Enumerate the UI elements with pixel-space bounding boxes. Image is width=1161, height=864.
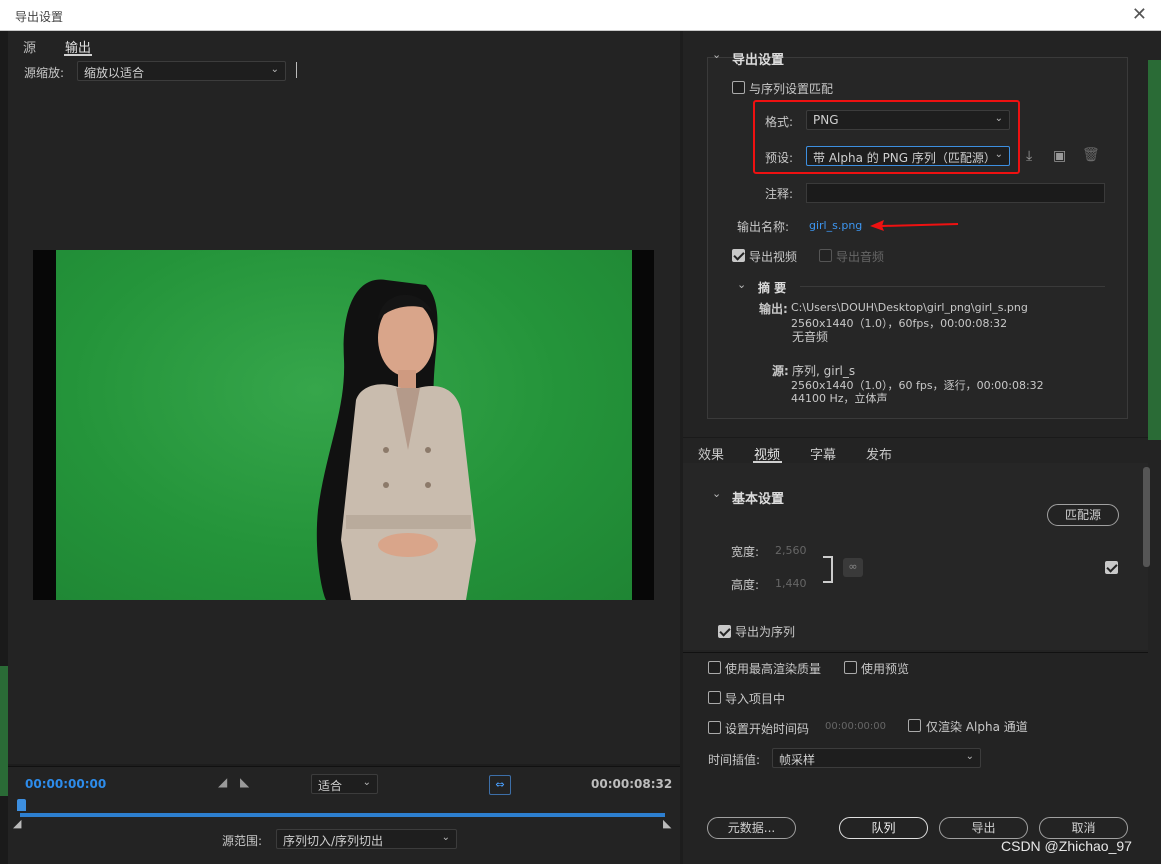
export-button[interactable]: 导出 xyxy=(939,817,1028,839)
chevron-down-icon: ⌄ xyxy=(362,777,371,788)
tab-source[interactable]: 源 xyxy=(23,37,36,56)
import-project-label: 导入项目中 xyxy=(725,692,786,706)
divider xyxy=(683,652,1148,653)
timecode-end: 00:00:08:32 xyxy=(591,777,673,791)
match-sequence-label: 与序列设置匹配 xyxy=(749,82,834,96)
import-project-checkbox[interactable] xyxy=(708,691,721,704)
width-value[interactable]: 2,560 xyxy=(775,544,807,557)
export-video-label: 导出视频 xyxy=(749,250,798,264)
scrollbar-thumb[interactable] xyxy=(1143,467,1150,567)
chevron-down-icon: ⌄ xyxy=(270,64,279,75)
summary-source-audio: 44100 Hz，立体声 xyxy=(791,392,888,405)
mark-in-icon[interactable]: ◢ xyxy=(218,775,227,789)
background-sliver xyxy=(1148,60,1161,440)
comment-label: 注释: xyxy=(765,187,794,201)
annotation-highlight-box xyxy=(753,100,1020,174)
queue-button[interactable]: 队列 xyxy=(839,817,928,839)
divider xyxy=(800,286,1105,287)
summary-output-audio: 无音频 xyxy=(792,330,829,344)
dimension-checkbox[interactable] xyxy=(1105,561,1118,574)
height-value[interactable]: 1,440 xyxy=(775,577,807,590)
save-preset-icon[interactable]: ⤓ xyxy=(1026,148,1032,164)
match-source-button[interactable]: 匹配源 xyxy=(1047,504,1119,526)
export-audio-label: 导出音频 xyxy=(836,250,885,264)
source-scale-select[interactable]: 缩放以适合 ⌄ xyxy=(77,61,286,81)
mark-out-icon[interactable]: ◣ xyxy=(240,775,249,789)
collapse-chevron-icon[interactable]: ⌄ xyxy=(712,48,721,61)
fit-select[interactable]: 适合 ⌄ xyxy=(311,774,378,794)
alpha-only-label: 仅渲染 Alpha 通道 xyxy=(926,720,1028,734)
start-timecode-value[interactable]: 00:00:00:00 xyxy=(825,721,886,732)
summary-output-label: 输出: xyxy=(759,302,788,316)
chevron-down-icon: ⌄ xyxy=(441,832,450,843)
collapse-chevron-icon[interactable]: ⌄ xyxy=(712,487,721,500)
metadata-button[interactable]: 元数据... xyxy=(707,817,796,839)
timeline-bar: 00:00:00:00 ◢ ◣ 适合 ⌄ ⇔ 00:00:08:32 ◢ ◣ 源… xyxy=(8,766,680,864)
divider xyxy=(296,62,297,78)
import-preset-icon[interactable]: ▣ xyxy=(1053,148,1066,164)
start-timecode-label: 设置开始时间码 xyxy=(725,722,810,736)
basic-settings-header: 基本设置 xyxy=(732,492,785,507)
export-settings-header: 导出设置 xyxy=(732,53,785,68)
start-timecode-checkbox[interactable] xyxy=(708,721,721,734)
video-preview-image xyxy=(56,250,632,600)
active-tab-indicator xyxy=(64,54,92,56)
chain-link-icon[interactable]: ∞ xyxy=(843,558,863,577)
export-audio-checkbox[interactable] xyxy=(819,249,832,262)
interpolation-label: 时间插值: xyxy=(708,753,761,767)
divider xyxy=(683,437,1148,438)
cancel-button[interactable]: 取消 xyxy=(1039,817,1128,839)
window-title: 导出设置 xyxy=(15,10,64,24)
delete-preset-icon[interactable]: 🗑 xyxy=(1082,147,1100,163)
export-video-checkbox[interactable] xyxy=(732,249,745,262)
export-as-sequence-label: 导出为序列 xyxy=(735,625,796,639)
summary-header: 摘 要 xyxy=(758,281,787,295)
close-icon[interactable]: ✕ xyxy=(1132,4,1147,25)
output-name-link[interactable]: girl_s.png xyxy=(809,219,862,232)
source-range-label: 源范围: xyxy=(222,834,263,848)
timeline-track[interactable] xyxy=(20,813,665,817)
out-point-icon[interactable]: ◣ xyxy=(663,817,671,830)
output-name-label: 输出名称: xyxy=(737,220,790,234)
playhead[interactable] xyxy=(17,799,26,811)
height-label: 高度: xyxy=(731,578,760,592)
in-point-icon[interactable]: ◢ xyxy=(13,817,21,830)
interpolation-select[interactable]: 帧采样 ⌄ xyxy=(772,748,981,768)
match-sequence-checkbox[interactable] xyxy=(732,81,745,94)
source-range-select[interactable]: 序列切入/序列切出 ⌄ xyxy=(276,829,457,849)
interpolation-value: 帧采样 xyxy=(779,753,816,767)
watermark: CSDN @Zhichao_97 xyxy=(1001,838,1132,854)
tab-publish[interactable]: 发布 xyxy=(866,444,892,463)
title-bar: 导出设置 ✕ xyxy=(0,0,1161,31)
tab-captions[interactable]: 字幕 xyxy=(810,444,836,463)
source-scale-value: 缩放以适合 xyxy=(84,66,145,80)
timecode-start[interactable]: 00:00:00:00 xyxy=(25,777,106,791)
max-quality-checkbox[interactable] xyxy=(708,661,721,674)
aspect-icon[interactable]: ⇔ xyxy=(489,775,511,795)
background-thumbnail xyxy=(0,666,8,796)
collapse-chevron-icon[interactable]: ⌄ xyxy=(737,278,746,291)
summary-output-path: C:\Users\DOUH\Desktop\girl_png\girl_s.pn… xyxy=(791,301,1028,314)
summary-source-label: 源: xyxy=(772,364,789,378)
tab-effects[interactable]: 效果 xyxy=(698,444,724,463)
source-range-value: 序列切入/序列切出 xyxy=(283,834,384,848)
comment-input[interactable] xyxy=(806,183,1105,203)
use-preview-label: 使用预览 xyxy=(861,662,910,676)
source-scale-label: 源缩放: xyxy=(24,66,65,80)
max-quality-label: 使用最高渲染质量 xyxy=(725,662,822,676)
export-as-sequence-checkbox[interactable] xyxy=(718,625,731,638)
width-label: 宽度: xyxy=(731,545,760,559)
alpha-only-checkbox[interactable] xyxy=(908,719,921,732)
left-edge-strip xyxy=(0,31,8,864)
use-preview-checkbox[interactable] xyxy=(844,661,857,674)
annotation-arrow xyxy=(870,220,959,231)
presenter-figure xyxy=(316,279,476,600)
chevron-down-icon: ⌄ xyxy=(965,751,974,762)
fit-value: 适合 xyxy=(318,779,343,793)
link-bracket xyxy=(823,556,833,583)
